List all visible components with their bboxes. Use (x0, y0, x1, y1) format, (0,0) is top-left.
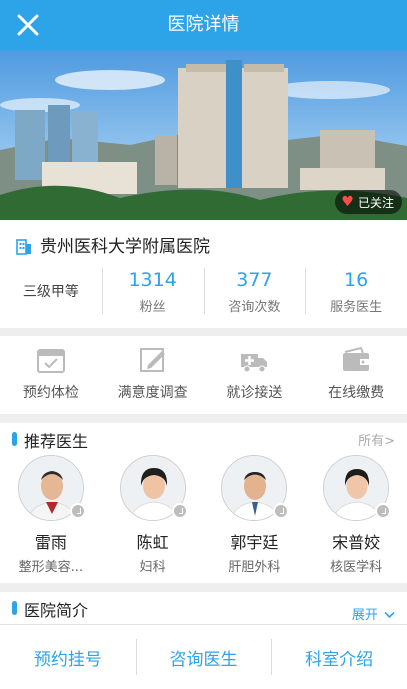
section-header: 医院简介 (0, 592, 407, 622)
service-grid: 预约体检 满意度调查 就诊接送 在线缴费 (0, 336, 407, 414)
stat-consultations: 377 咨询次数 (203, 262, 306, 320)
service-label: 就诊接送 (226, 385, 283, 401)
stat-value: 16 (344, 268, 369, 291)
verified-badge-icon (69, 503, 86, 519)
section-accent-bar (12, 601, 17, 615)
doctor-card[interactable]: 雷雨 整形美容... (0, 455, 102, 575)
top-bar: 医院详情 (0, 0, 407, 50)
service-satisfaction-survey[interactable]: 满意度调查 (102, 336, 204, 414)
service-physical-exam[interactable]: 预约体检 (0, 336, 102, 414)
doctor-department: 核医学科 (330, 560, 383, 575)
doctor-name: 陈虹 (136, 533, 169, 552)
ambulance-icon (241, 354, 268, 373)
stat-doctors: 16 服务医生 (305, 262, 407, 320)
stat-value: 1314 (128, 268, 177, 291)
grade-label: 三级甲等 (22, 284, 79, 300)
consult-doctor-button[interactable]: 咨询医生 (135, 625, 272, 689)
calendar-icon (36, 349, 65, 373)
stat-label: 服务医生 (330, 299, 383, 315)
service-label: 满意度调查 (117, 385, 188, 401)
section-title: 推荐医生 (24, 432, 89, 451)
section-header: 推荐医生 所有> (0, 423, 407, 453)
doctor-card[interactable]: 郭宇廷 肝胆外科 (204, 455, 306, 575)
hospital-stats: 三级甲等 1314 粉丝 377 咨询次数 16 服务医生 (0, 262, 407, 320)
follow-button[interactable]: ♥ 已关注 (335, 190, 402, 214)
hospital-photo: ♥ 已关注 (0, 50, 407, 220)
avatar (221, 455, 290, 521)
hospital-building-icon (16, 238, 31, 255)
service-label: 在线缴费 (328, 385, 385, 401)
department-intro-button[interactable]: 科室介绍 (271, 625, 407, 689)
verified-badge-icon (273, 503, 290, 519)
bottom-action-bar: 预约挂号 咨询医生 科室介绍 (0, 624, 407, 689)
doctor-department: 肝胆外科 (228, 560, 281, 575)
wallet-icon (343, 346, 370, 371)
doctor-card[interactable]: 宋普姣 核医学科 (305, 455, 407, 575)
doctor-name: 宋普姣 (332, 533, 381, 552)
expand-button[interactable]: 展开 (352, 604, 395, 623)
page-title: 医院详情 (167, 14, 240, 35)
doctor-list: 雷雨 整形美容... 陈虹 妇科 郭宇廷 肝胆外科 宋普姣 核医学科 (0, 455, 407, 575)
verified-badge-icon (375, 503, 392, 519)
avatar (323, 455, 392, 521)
stat-value: 377 (236, 268, 273, 291)
stat-fans: 1314 粉丝 (101, 262, 204, 320)
follow-label: 已关注 (357, 195, 394, 210)
section-title: 医院简介 (24, 601, 89, 620)
service-online-payment[interactable]: 在线缴费 (305, 336, 407, 414)
section-accent-bar (12, 432, 17, 446)
edit-icon (139, 348, 165, 372)
doctor-name: 雷雨 (34, 533, 67, 552)
verified-badge-icon (171, 503, 188, 519)
hospital-grade: 三级甲等 (0, 262, 102, 320)
doctor-department: 妇科 (139, 560, 166, 575)
service-label: 预约体检 (22, 385, 79, 401)
avatar (17, 455, 86, 521)
service-transport[interactable]: 就诊接送 (204, 336, 306, 414)
doctor-card[interactable]: 陈虹 妇科 (102, 455, 204, 575)
hospital-info-card: 贵州医科大学附属医院 三级甲等 1314 粉丝 377 咨询次数 16 服务医生 (0, 220, 407, 328)
recommended-doctors-section: 推荐医生 所有> 雷雨 整形美容... 陈虹 妇科 郭宇廷 肝胆外科 宋普姣 核… (0, 423, 407, 583)
book-appointment-button[interactable]: 预约挂号 (0, 625, 136, 689)
all-doctors-link[interactable]: 所有> (358, 430, 395, 449)
stat-label: 咨询次数 (228, 299, 281, 315)
chevron-down-icon (384, 611, 395, 619)
stat-label: 粉丝 (139, 299, 166, 315)
heart-icon: ♥ (341, 194, 354, 210)
hospital-intro-section: 医院简介 展开 (0, 592, 407, 624)
hospital-name: 贵州医科大学附属医院 (40, 237, 210, 257)
avatar (119, 455, 188, 521)
expand-label: 展开 (351, 608, 378, 623)
doctor-name: 郭宇廷 (230, 533, 279, 552)
doctor-department: 整形美容... (18, 560, 84, 575)
